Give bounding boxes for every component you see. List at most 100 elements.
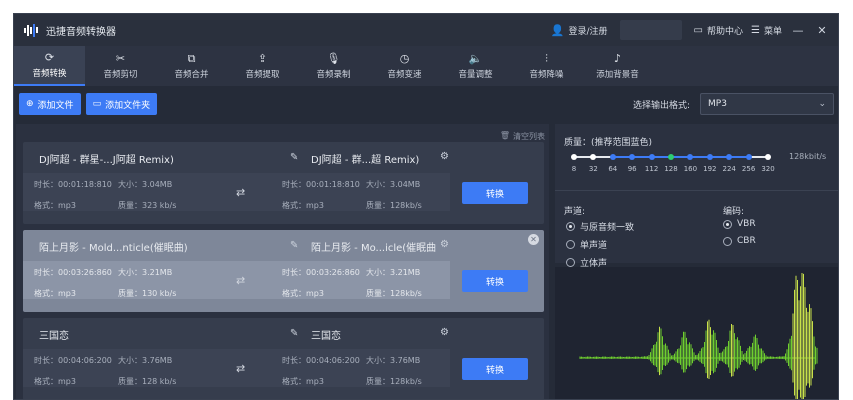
remove-file-icon[interactable]: ✕ <box>528 234 539 245</box>
login-label: 登录/注册 <box>568 26 608 37</box>
tool-extract[interactable]: ⇪ 音频提取 <box>227 46 298 86</box>
gear-icon[interactable]: ⚙ <box>440 239 449 250</box>
tool-label: 音频转换 <box>32 69 67 79</box>
minimize-button[interactable]: — <box>790 24 806 37</box>
login-button[interactable]: 👤 登录/注册 <box>551 24 608 37</box>
source-duration: 时长：00:03:26:860 <box>34 268 112 277</box>
output-format: 格式：mp3 <box>282 201 324 210</box>
tool-label: 音频录制 <box>316 70 351 80</box>
tool-label: 添加背景音 <box>596 70 639 80</box>
quality-tick-label: 256 <box>741 165 756 173</box>
quality-step-dot[interactable] <box>765 154 771 160</box>
encoding-radio[interactable]: VBR <box>723 219 756 229</box>
quality-tick-label: 192 <box>703 165 717 173</box>
quality-tick-label: 96 <box>627 165 637 173</box>
quality-step-dot[interactable] <box>590 154 597 160</box>
quality-tick-label: 64 <box>608 165 618 173</box>
user-icon: 👤 <box>550 23 565 37</box>
output-duration: 时长：00:04:06:200 <box>282 356 360 365</box>
quality-step-dot[interactable] <box>687 154 694 160</box>
quality-slider[interactable] <box>571 154 771 160</box>
channel-radio[interactable]: 单声道 <box>566 238 607 251</box>
menu-button[interactable]: ☰ 菜单 <box>751 24 782 37</box>
close-button[interactable]: ✕ <box>814 24 830 37</box>
source-size: 大小：3.04MB <box>118 180 173 189</box>
menu-label: 菜单 <box>763 26 782 37</box>
source-file-name: 陌上月影 - Mold...nticle(催眠曲) <box>39 243 188 254</box>
output-format: 格式：mp3 <box>282 289 324 298</box>
output-format-select[interactable]: MP3 ⌄ <box>700 93 834 115</box>
source-quality: 质量：128 kb/s <box>118 377 177 386</box>
shuffle-icon: ⇄ <box>236 362 246 375</box>
source-size: 大小：3.76MB <box>118 356 173 365</box>
tool-merge[interactable]: ⧉ 音频合并 <box>156 46 227 86</box>
source-file-name: DJ阿超 - 群星-...J阿超 Remix) <box>39 155 174 166</box>
encoding-option-label: CBR <box>737 236 756 246</box>
quality-step-dot[interactable] <box>648 154 655 160</box>
clear-list-button[interactable]: 🗑 清空列表 <box>500 131 545 142</box>
file-card[interactable]: 陌上月影 - Mold...nticle(催眠曲) ✎ 陌上月影 - Mo...ic… <box>23 230 544 312</box>
help-center-button[interactable]: ▭ 帮助中心 <box>694 24 743 37</box>
radio-circle-icon <box>566 222 575 231</box>
scissors-icon: ✂ <box>115 52 126 65</box>
tool-volume[interactable]: 🔈 音量调整 <box>440 46 511 86</box>
tool-noise[interactable]: ⫶ 音频降噪 <box>511 46 582 86</box>
chevron-down-icon: ⌄ <box>818 99 826 109</box>
quality-step-dot[interactable] <box>745 154 752 160</box>
tool-label: 音频变速 <box>387 70 422 80</box>
source-file-name: 三国恋 <box>39 331 69 342</box>
add-folder-button[interactable]: ▭ 添加文件夹 <box>85 93 158 115</box>
music-icon: ♪ <box>613 52 622 65</box>
quality-label: 质量：(推荐范围蓝色) <box>564 138 653 148</box>
merge-icon: ⧉ <box>187 52 196 65</box>
convert-button[interactable]: 转换 <box>462 182 528 204</box>
edit-icon[interactable]: ✎ <box>290 240 298 251</box>
clear-list-label: 清空列表 <box>513 132 545 141</box>
quality-step-dot[interactable] <box>668 154 674 160</box>
quality-step-dot[interactable] <box>726 154 733 160</box>
hamburger-icon: ☰ <box>751 24 760 36</box>
output-quality: 质量：128kb/s <box>366 201 422 210</box>
gear-icon[interactable]: ⚙ <box>440 151 449 162</box>
tool-microphone[interactable]: 🎙 音频录制 <box>298 46 369 86</box>
source-format: 格式：mp3 <box>34 201 76 210</box>
tool-speed[interactable]: ◷ 音频变速 <box>369 46 440 86</box>
app-logo-icon <box>24 23 40 37</box>
folder-icon: ▭ <box>92 99 102 109</box>
source-duration: 时长：00:01:18:810 <box>34 180 112 189</box>
channel-radio[interactable]: 与原音频一致 <box>566 220 634 233</box>
refresh-icon: ⟳ <box>44 51 55 64</box>
waveform-panel <box>555 267 838 399</box>
tool-music[interactable]: ♪ 添加背景音 <box>582 46 653 86</box>
app-window: 迅捷音频转换器 👤 登录/注册 ▭ 帮助中心 ☰ 菜单 — ✕ ⟳ 音频转换 ✂ 音频… <box>13 13 839 400</box>
encoding-radio[interactable]: CBR <box>723 236 756 246</box>
file-card[interactable]: DJ阿超 - 群星-...J阿超 Remix) ✎ DJ阿超 - 群...超 Rem… <box>23 142 544 224</box>
edit-icon[interactable]: ✎ <box>290 328 298 339</box>
convert-button[interactable]: 转换 <box>462 358 528 380</box>
radio-circle-icon <box>566 240 575 249</box>
account-box[interactable] <box>619 20 682 40</box>
tool-scissors[interactable]: ✂ 音频剪切 <box>85 46 156 86</box>
add-file-button[interactable]: ⊕ 添加文件 <box>19 93 81 115</box>
radio-circle-icon <box>723 236 732 246</box>
radio-circle-icon <box>566 258 575 267</box>
quality-tick-label: 128 <box>664 165 678 173</box>
source-quality: 质量：130 kb/s <box>118 289 177 298</box>
quality-step-dot[interactable] <box>571 154 577 160</box>
quality-tick-label: 160 <box>683 165 698 173</box>
tool-label: 音量调整 <box>458 70 493 80</box>
edit-icon[interactable]: ✎ <box>290 152 298 163</box>
quality-step-dot[interactable] <box>706 154 713 160</box>
file-card[interactable]: 三国恋 ✎ 三国恋 ⚙ 时长：00:04:06:200 大小：3.76MB 格式：mp3 质量… <box>23 318 544 399</box>
output-size: 大小：3.76MB <box>366 356 421 365</box>
quality-tick-label: 112 <box>644 165 659 173</box>
gear-icon[interactable]: ⚙ <box>440 327 449 338</box>
quality-value: 128kbit/s <box>789 152 827 161</box>
convert-button[interactable]: 转换 <box>462 270 528 292</box>
output-duration: 时长：00:01:18:810 <box>282 180 360 189</box>
source-size: 大小：3.21MB <box>118 268 173 277</box>
quality-step-dot[interactable] <box>609 154 616 160</box>
tool-refresh[interactable]: ⟳ 音频转换 <box>14 46 85 86</box>
app-title: 迅捷音频转换器 <box>46 26 116 38</box>
quality-step-dot[interactable] <box>629 154 636 160</box>
